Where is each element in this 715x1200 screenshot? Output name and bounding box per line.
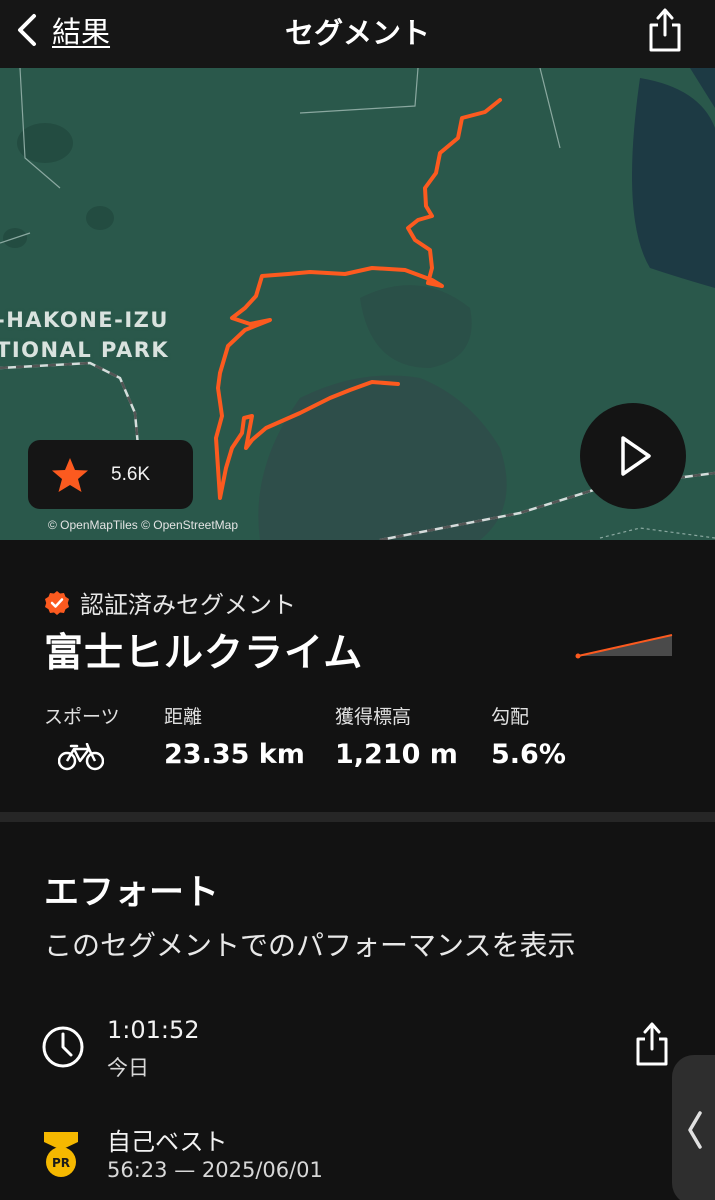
stat-distance-label: 距離: [164, 706, 203, 728]
verified-badge: 認証済みセグメント: [44, 585, 296, 620]
pr-label: 自己ベスト: [107, 1128, 228, 1156]
top-nav-bar: 結果 セグメント: [0, 0, 715, 68]
play-icon: [621, 436, 651, 476]
star-icon: [52, 457, 88, 492]
park-label-line-1: -HAKONE-IZU: [0, 308, 169, 332]
effort-time: 1:01:52: [107, 1016, 200, 1044]
verified-label: 認証済みセグメント: [80, 591, 296, 619]
star-button[interactable]: 5.6K: [28, 440, 193, 509]
stat-sport: スポーツ: [44, 702, 120, 775]
side-panel-handle[interactable]: [672, 1055, 715, 1200]
clock-icon: [42, 1026, 84, 1068]
stat-grade-label: 勾配: [491, 706, 530, 728]
stat-elevation-value: 1,210 m: [335, 739, 458, 770]
share-effort-icon[interactable]: [632, 1020, 672, 1068]
segment-info: 認証済みセグメント 富士ヒルクライム スポーツ 距離 23.35 km 獲得標高…: [0, 540, 715, 812]
efforts-subtitle[interactable]: このセグメントでのパフォーマンスを表示: [44, 924, 575, 964]
pr-medal-icon: PR: [44, 1132, 78, 1177]
segment-map[interactable]: -HAKONE-IZU TIONAL PARK 5.6K © OpenMapTi…: [0, 68, 715, 540]
bike-icon: [57, 742, 105, 771]
play-flyover-button[interactable]: [580, 403, 686, 509]
effort-row-latest[interactable]: 1:01:52 今日: [40, 1016, 640, 1082]
effort-date: 今日: [107, 1056, 149, 1080]
segment-name: 富士ヒルクライム: [44, 631, 364, 676]
stat-grade: 勾配 5.6%: [491, 702, 566, 770]
park-name-label: -HAKONE-IZU TIONAL PARK: [0, 305, 169, 365]
park-label-line-2: TIONAL PARK: [0, 338, 170, 362]
stat-distance: 距離 23.35 km: [164, 702, 305, 770]
pr-detail: 56:23 — 2025/06/01: [107, 1158, 323, 1182]
svg-text:PR: PR: [52, 1156, 70, 1170]
stat-sport-label: スポーツ: [44, 706, 120, 728]
page-title: セグメント: [284, 16, 430, 50]
verified-check-icon: [45, 590, 69, 615]
elevation-profile-thumbnail: [575, 634, 673, 659]
share-icon[interactable]: [645, 6, 685, 54]
stat-elevation-gain: 獲得標高 1,210 m: [335, 702, 458, 770]
effort-row-pr[interactable]: PR 自己ベスト 56:23 — 2025/06/01: [40, 1124, 640, 1188]
section-divider: [0, 812, 715, 822]
stat-grade-value: 5.6%: [491, 739, 566, 770]
efforts-title: エフォート: [44, 873, 220, 913]
map-attribution[interactable]: © OpenMapTiles © OpenStreetMap: [48, 518, 238, 532]
star-count: 5.6K: [111, 463, 151, 485]
stat-distance-value: 23.35 km: [164, 739, 305, 770]
stat-elevation-label: 獲得標高: [335, 706, 412, 728]
chevron-left-icon: [688, 1111, 702, 1149]
